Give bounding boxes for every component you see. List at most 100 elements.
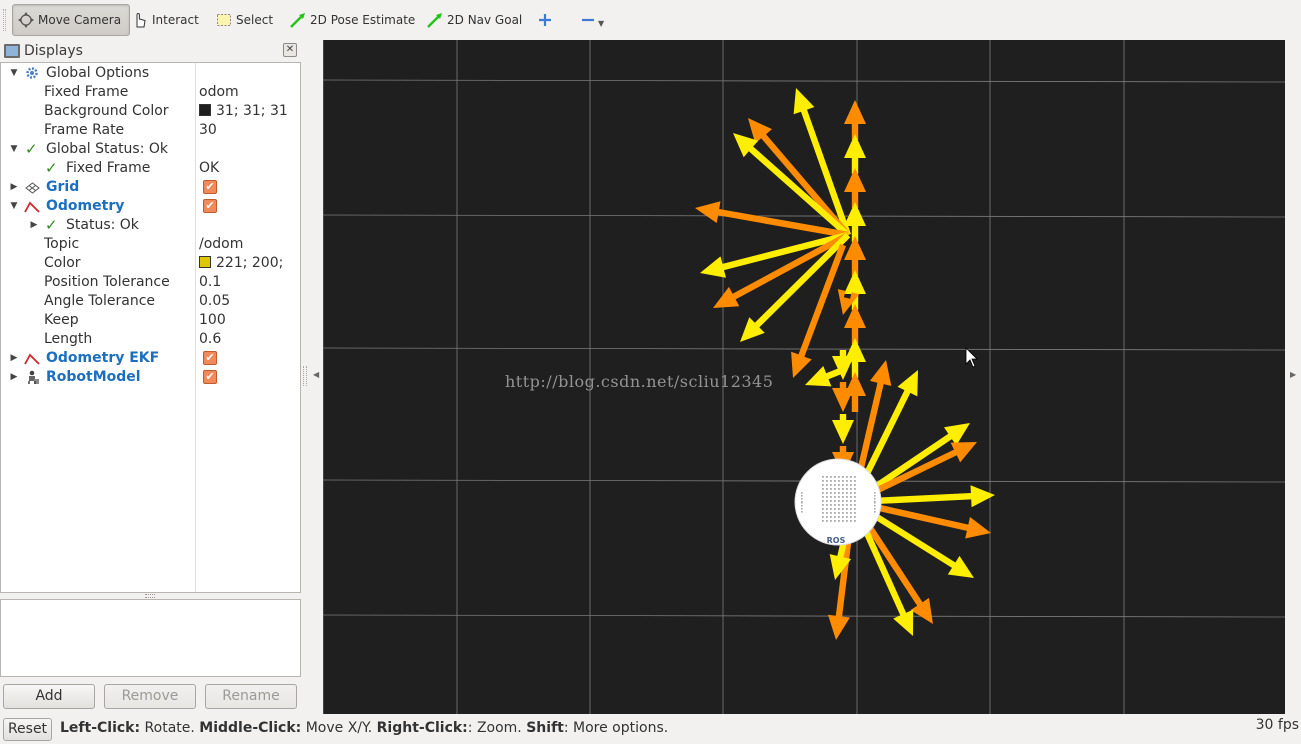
displays-header: Displays ✕: [0, 40, 301, 62]
tree-value[interactable]: 0.05: [199, 292, 230, 311]
mouse-cursor-icon: [965, 347, 978, 368]
tree-row-angle-tolerance[interactable]: Angle Tolerance 0.05: [1, 292, 299, 311]
robot-hole: [826, 516, 828, 518]
vertical-splitter[interactable]: [303, 366, 307, 386]
robot-hole: [842, 520, 844, 522]
robot-hole: [854, 488, 856, 490]
remove-button[interactable]: Remove: [104, 684, 196, 709]
render-view[interactable]: ROS http://blog.csdn.net/scliu12345: [323, 40, 1285, 714]
tree-value[interactable]: /odom: [199, 235, 243, 254]
tree-row-global-options[interactable]: ▼ Global Options: [1, 64, 299, 83]
tree-row-keep[interactable]: Keep 100: [1, 311, 299, 330]
expand-arrow-icon[interactable]: ▼: [9, 140, 19, 159]
enable-checkbox[interactable]: ✔: [203, 351, 217, 365]
rename-button[interactable]: Rename: [205, 684, 297, 709]
checkmark-icon: ✓: [45, 159, 58, 177]
add-tool-button[interactable]: [537, 4, 557, 36]
expand-arrow-icon[interactable]: ▶: [29, 216, 39, 235]
robot-hole: [830, 488, 832, 490]
robot-label: ROS: [827, 536, 846, 545]
grid-line: [323, 214, 1285, 218]
expand-arrow-icon[interactable]: ▶: [9, 178, 19, 197]
color-swatch: [199, 256, 211, 268]
panel-splitter[interactable]: [145, 594, 155, 598]
pose-estimate-tool[interactable]: 2D Pose Estimate: [290, 4, 415, 36]
tree-label: Status: Ok: [66, 217, 139, 233]
checkmark-icon: ✓: [45, 216, 58, 234]
close-icon[interactable]: ✕: [283, 43, 297, 57]
tree-row-topic[interactable]: Topic /odom: [1, 235, 299, 254]
tree-row-odometry-status[interactable]: ▶ ✓ Status: Ok: [1, 216, 299, 235]
tree-value: OK: [199, 160, 220, 176]
robot-hole: [834, 484, 836, 486]
robot-hole: [830, 492, 832, 494]
reset-button[interactable]: Reset: [3, 718, 52, 741]
tree-value[interactable]: 100: [199, 311, 226, 330]
green-arrow-icon: [290, 12, 306, 28]
tree-row-odometry[interactable]: ▼ Odometry ✔: [1, 197, 299, 216]
robot-hole: [822, 500, 824, 502]
enable-checkbox[interactable]: ✔: [203, 370, 217, 384]
dropdown-triangle-icon[interactable]: ▼: [598, 19, 604, 28]
enable-checkbox[interactable]: ✔: [203, 180, 217, 194]
robot-hole: [822, 480, 824, 482]
tree-row-frame-rate[interactable]: Frame Rate 30: [1, 121, 299, 140]
nav-goal-tool[interactable]: 2D Nav Goal: [427, 4, 522, 36]
interact-tool[interactable]: Interact: [132, 4, 199, 36]
robot-hole: [842, 508, 844, 510]
expand-arrow-icon[interactable]: ▼: [9, 64, 19, 83]
tree-value[interactable]: 221; 200;: [199, 254, 283, 273]
tree-row-fixed-frame[interactable]: Fixed Frame odom: [1, 83, 299, 102]
add-button[interactable]: Add: [3, 684, 95, 709]
tree-row-length[interactable]: Length 0.6: [1, 330, 299, 349]
tree-row-position-tolerance[interactable]: Position Tolerance 0.1: [1, 273, 299, 292]
collapse-left-icon[interactable]: ◀: [313, 370, 319, 379]
robot-hole: [826, 512, 828, 514]
tree-row-odometry-ekf[interactable]: ▶ Odometry EKF ✔: [1, 349, 299, 368]
robot-hole: [842, 500, 844, 502]
tree-label: Angle Tolerance: [44, 293, 156, 309]
tree-row-global-status[interactable]: ▼ ✓ Global Status: Ok: [1, 140, 299, 159]
tree-row-grid[interactable]: ▶ Grid ✔: [1, 178, 299, 197]
robot-hole: [846, 476, 848, 478]
expand-arrow-icon[interactable]: ▶: [9, 368, 19, 387]
robot-hole: [846, 488, 848, 490]
tree-row-fixed-frame-status[interactable]: ✓ Fixed Frame OK: [1, 159, 299, 178]
tree-row-robot-model[interactable]: ▶ RobotModel ✔: [1, 368, 299, 387]
tree-row-background-color[interactable]: Background Color 31; 31; 31: [1, 102, 299, 121]
robot-hole: [846, 500, 848, 502]
tree-value[interactable]: 31; 31; 31: [199, 102, 288, 121]
expand-arrow-icon[interactable]: ▶: [9, 349, 19, 368]
robot-hole: [801, 492, 803, 494]
help-key: Left-Click:: [60, 720, 141, 736]
tree-label: Position Tolerance: [44, 274, 170, 290]
robot-hole: [834, 504, 836, 506]
tree-value[interactable]: odom: [199, 83, 239, 102]
tree-label: Keep: [44, 312, 79, 328]
enable-checkbox[interactable]: ✔: [203, 199, 217, 213]
tree-value[interactable]: 0.6: [199, 330, 221, 349]
robot-hole: [822, 492, 824, 494]
tree-value[interactable]: 30: [199, 121, 217, 140]
robot-hole: [801, 508, 803, 510]
robot-hole: [854, 512, 856, 514]
robot-hole: [838, 520, 840, 522]
tree-value[interactable]: 0.1: [199, 273, 221, 292]
tree-label: Grid: [46, 179, 80, 195]
tree-label: Global Status: Ok: [46, 141, 169, 157]
remove-tool-button[interactable]: ▼: [580, 4, 604, 36]
collapse-right-icon[interactable]: ▶: [1290, 370, 1296, 379]
robot-hole: [801, 498, 803, 500]
select-box-icon: [216, 12, 232, 28]
help-key: Right-Click:: [376, 720, 468, 736]
robot-hole: [850, 488, 852, 490]
help-text: Left-Click: Rotate. Middle-Click: Move X…: [60, 720, 668, 736]
tree-row-color[interactable]: Color 221; 200;: [1, 254, 299, 273]
select-tool[interactable]: Select: [216, 4, 273, 36]
move-camera-tool[interactable]: Move Camera: [12, 4, 131, 36]
expand-arrow-icon[interactable]: ▼: [9, 197, 19, 216]
robot-hole: [834, 500, 836, 502]
robot-hole: [854, 504, 856, 506]
toolbar-grip[interactable]: [3, 9, 6, 31]
robot-hole: [826, 504, 828, 506]
